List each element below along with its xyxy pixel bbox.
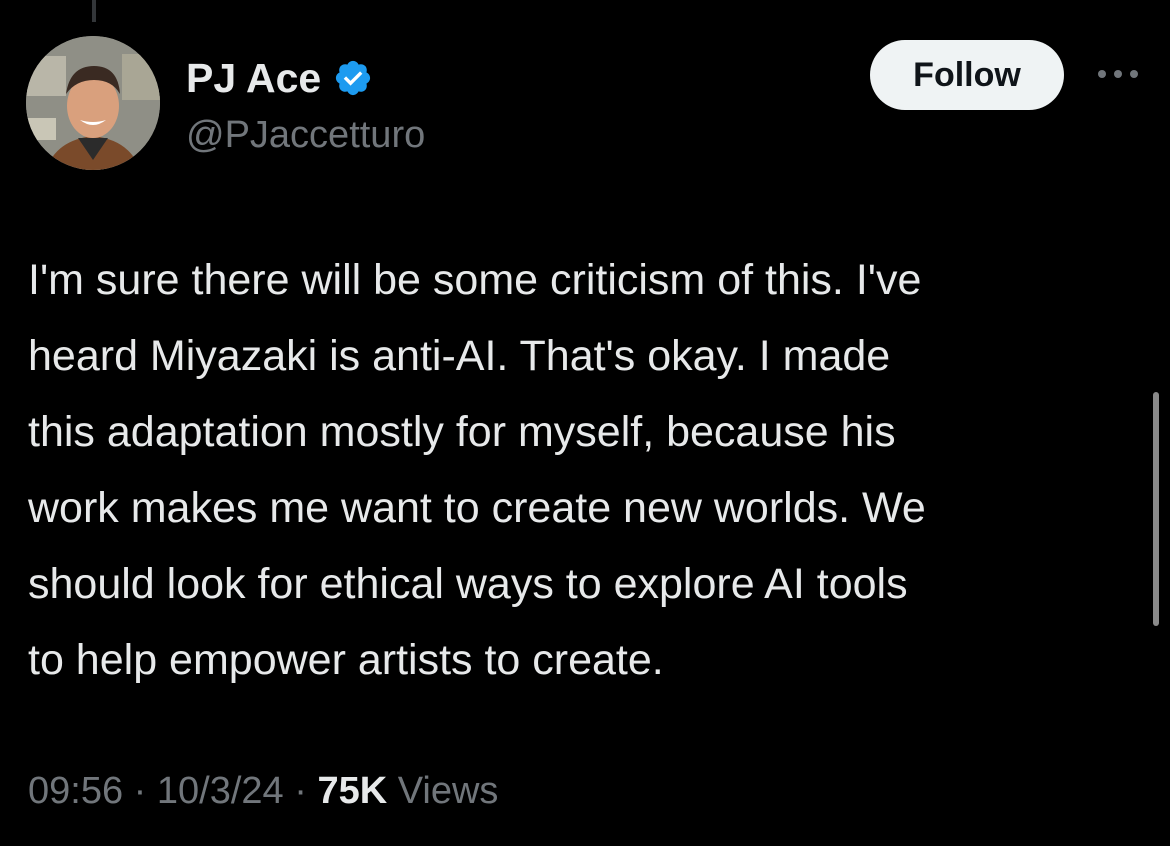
name-row: PJ Ace [186,54,373,102]
scrollbar[interactable] [1153,392,1159,626]
thread-connector-line [92,0,96,22]
views-count[interactable]: 75K [317,770,387,812]
user-handle[interactable]: @PJaccetturo [186,114,425,157]
tweet-time[interactable]: 09:56 [28,770,123,812]
display-name[interactable]: PJ Ace [186,55,321,102]
meta-separator: · [294,770,307,812]
tweet-date[interactable]: 10/3/24 [157,770,284,812]
tweet-header: PJ Ace @PJaccetturo Follow [26,36,1146,170]
follow-button[interactable]: Follow [870,40,1064,110]
avatar[interactable] [26,36,160,170]
verified-badge-icon[interactable] [333,58,373,98]
tweet-metadata: 09:56 · 10/3/24 · 75K Views [28,770,498,813]
views-label[interactable]: Views [398,770,499,812]
profile-photo [26,36,160,170]
tweet-text: I'm sure there will be some criticism of… [28,256,926,684]
meta-separator: · [133,770,147,812]
more-dots-icon[interactable] [1096,66,1140,82]
